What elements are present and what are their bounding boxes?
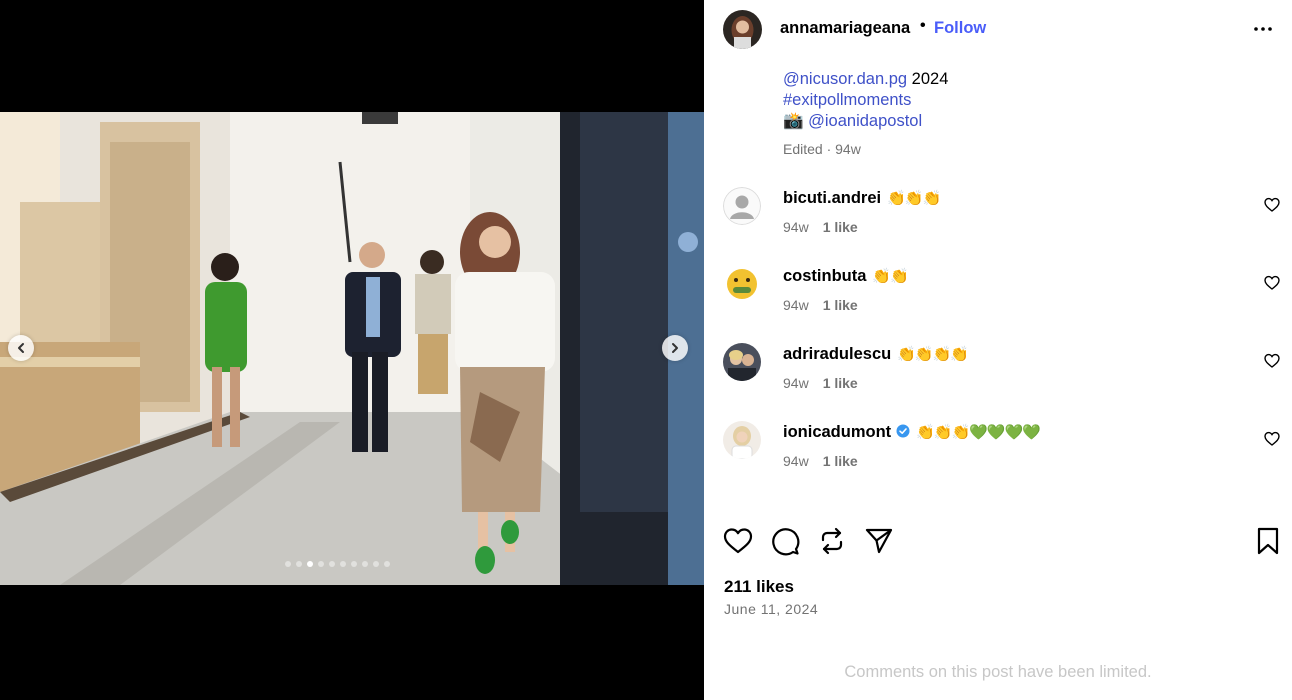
comment-item: adriradulescu 👏👏👏👏 94w 1 like	[704, 343, 1292, 403]
carousel-dot	[285, 561, 291, 567]
follow-button[interactable]: Follow	[934, 19, 986, 38]
carousel-dot	[307, 561, 313, 567]
share-icon[interactable]	[864, 526, 894, 556]
verified-badge-icon	[896, 424, 910, 438]
post-header: annamariageana • Follow	[704, 0, 1292, 58]
comment-text: 👏👏👏💚💚💚💚	[916, 424, 1041, 441]
comment-age: 94w	[783, 453, 809, 469]
comment-text: 👏👏	[872, 268, 908, 285]
post-action-bar	[723, 526, 1279, 560]
carousel-dot	[384, 561, 390, 567]
chevron-left-icon	[18, 343, 24, 353]
comment-item: ionicadumont 👏👏👏💚💚💚💚 94w 1 like	[704, 421, 1292, 481]
header-separator: •	[920, 17, 926, 34]
camera-emoji: 📸	[783, 112, 804, 130]
caption-mention-link[interactable]: @nicusor.dan.pg	[783, 70, 907, 88]
comment-username[interactable]: adriradulescu	[783, 345, 891, 363]
comment-age: 94w	[783, 297, 809, 313]
caption-meta: Edited · 94w	[783, 141, 861, 157]
bookmark-icon[interactable]	[1253, 526, 1283, 556]
repost-icon[interactable]	[817, 526, 847, 556]
post-date: June 11, 2024	[724, 601, 819, 617]
comment-item: costinbuta 👏👏 94w 1 like	[704, 265, 1292, 325]
caption-text: 2024	[907, 70, 949, 88]
carousel-dot	[318, 561, 324, 567]
caption-line: 📸 @ioanidapostol	[783, 111, 948, 132]
likes-count[interactable]: 211 likes	[724, 577, 794, 597]
comment-avatar[interactable]	[723, 343, 761, 381]
comments-limited-notice: Comments on this post have been limited.	[844, 663, 1152, 681]
comment-likes[interactable]: 1 like	[823, 375, 858, 391]
carousel-dot	[351, 561, 357, 567]
carousel-dot	[296, 561, 302, 567]
chevron-right-icon	[672, 343, 678, 353]
carousel-indicator	[285, 561, 390, 567]
comment-likes[interactable]: 1 like	[823, 219, 858, 235]
comment-likes[interactable]: 1 like	[823, 297, 858, 313]
comment-age: 94w	[783, 375, 809, 391]
caption-line: #exitpollmoments	[783, 90, 948, 111]
heart-icon[interactable]	[1264, 353, 1280, 369]
heart-icon[interactable]	[1264, 197, 1280, 213]
carousel-dot	[340, 561, 346, 567]
comment-likes[interactable]: 1 like	[823, 453, 858, 469]
comment-age: 94w	[783, 219, 809, 235]
caption-hashtag-link[interactable]: #exitpollmoments	[783, 91, 911, 109]
post-media-pane	[0, 0, 704, 700]
comment-text: 👏👏👏	[887, 190, 941, 207]
comment-username[interactable]: ionicadumont	[783, 423, 891, 441]
comment-avatar[interactable]	[723, 421, 761, 459]
carousel-prev-button[interactable]	[8, 335, 34, 361]
comment-avatar[interactable]	[723, 187, 761, 225]
comment-icon[interactable]	[770, 526, 800, 556]
carousel-next-button[interactable]	[662, 335, 688, 361]
heart-icon[interactable]	[723, 526, 753, 556]
author-username[interactable]: annamariageana	[780, 19, 910, 38]
heart-icon[interactable]	[1264, 275, 1280, 291]
comment-text: 👏👏👏👏	[897, 346, 969, 363]
post-photo	[0, 112, 704, 585]
comment-avatar[interactable]	[723, 265, 761, 303]
carousel-dot	[373, 561, 379, 567]
carousel-dot	[329, 561, 335, 567]
heart-icon[interactable]	[1264, 431, 1280, 447]
carousel-dot	[362, 561, 368, 567]
comment-item: bicuti.andrei 👏👏👏 94w 1 like	[704, 187, 1292, 247]
caption-credit-mention-link[interactable]: @ioanidapostol	[808, 112, 922, 130]
comment-username[interactable]: bicuti.andrei	[783, 189, 881, 207]
caption-line: @nicusor.dan.pg 2024	[783, 69, 948, 90]
post-caption: @nicusor.dan.pg 2024 #exitpollmoments 📸 …	[783, 69, 948, 132]
more-icon[interactable]	[1253, 20, 1273, 38]
post-details-panel: annamariageana • Follow @nicusor.dan.pg …	[704, 0, 1292, 700]
author-avatar[interactable]	[723, 10, 762, 49]
comment-username[interactable]: costinbuta	[783, 267, 866, 285]
